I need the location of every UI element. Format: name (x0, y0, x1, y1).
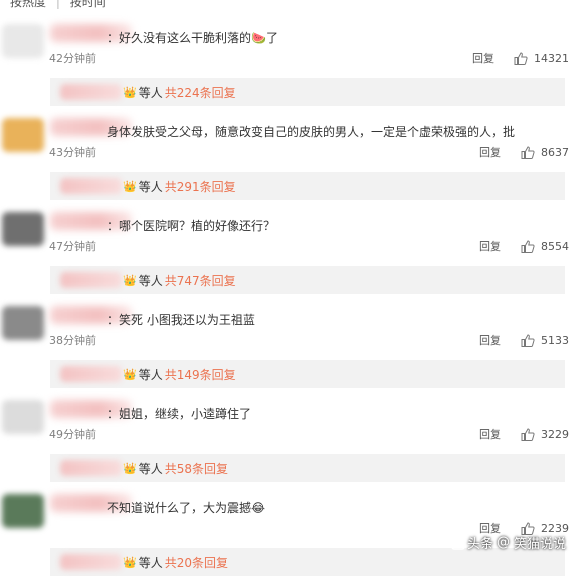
comment-text: ：哪个医院啊？植的好像还行？ (107, 217, 275, 234)
comment-time: 42分钟前 (49, 52, 96, 65)
sub-deng-ren: 等人 (138, 461, 163, 476)
badge-icon: 👑 (123, 85, 137, 99)
badge-icon: 👑 (123, 461, 137, 475)
thumbs-up-icon[interactable] (521, 239, 535, 253)
sub-replies-bar[interactable]: 👑 等人 共291条回复 (50, 172, 565, 200)
sub-replies-bar[interactable]: 👑 等人 共58条回复 (50, 454, 565, 482)
watermark-account: 笑猫说说 (513, 537, 566, 552)
sub-reply-total[interactable]: 共747条回复 (165, 272, 236, 289)
comment-body: 不知道说什么了，大为震撼 (107, 501, 252, 515)
avatar[interactable] (2, 400, 44, 434)
comment-actions: 回复 3229 (479, 426, 569, 442)
watermark: 头条 @ 笑猫说说 (451, 533, 566, 552)
comment-text: ：姐姐，继续，小逵蹲住了 (107, 405, 251, 422)
sub-reply-total[interactable]: 共291条回复 (165, 178, 236, 195)
comment-body: ：哪个医院啊？植的好像还行？ (107, 219, 276, 233)
sub-deng-ren: 等人 (138, 555, 163, 570)
thumbs-up-icon[interactable] (521, 333, 535, 347)
toutiao-logo-icon (451, 535, 465, 550)
comment-body: ：好久没有这么干脆利落的 (107, 31, 252, 45)
comment-actions: 回复 14321 (472, 50, 569, 66)
sub-replies-bar[interactable]: 👑 等人 共224条回复 (50, 78, 565, 106)
comment-time: 38分钟前 (49, 334, 96, 347)
reply-button[interactable]: 回复 (472, 50, 494, 66)
thumbs-up-icon[interactable] (514, 51, 528, 65)
watermark-at: @ (496, 535, 510, 550)
avatar[interactable] (2, 24, 44, 58)
sub-deng-ren: 等人 (138, 179, 163, 194)
sub-replies-bar[interactable]: 👑 等人 共149条回复 (50, 360, 565, 388)
sub-users-blurred (60, 178, 122, 194)
comment-text: 身体发肤受之父母，随意改变自己的皮肤的男人，一定是个虚荣极强的人，批 (107, 123, 515, 140)
sub-reply-total[interactable]: 共58条回复 (165, 460, 228, 477)
badge-icon: 👑 (123, 367, 137, 381)
badge-icon: 👑 (123, 179, 137, 193)
sub-reply-total[interactable]: 共20条回复 (165, 554, 228, 571)
like-count: 8554 (541, 239, 569, 253)
comment-actions: 回复 5133 (479, 332, 569, 348)
sub-users-blurred (60, 460, 122, 476)
comment-time: 49分钟前 (49, 428, 96, 441)
reply-button[interactable]: 回复 (479, 426, 501, 442)
reply-button[interactable]: 回复 (479, 332, 501, 348)
thumbs-up-icon[interactable] (521, 427, 535, 441)
sort-tabs: 按热度 | 按时间 (10, 0, 112, 10)
tab-hot[interactable]: 按热度 (10, 0, 46, 9)
sub-reply-total[interactable]: 共224条回复 (165, 84, 236, 101)
comment-text: ：好久没有这么干脆利落的🍉了 (107, 29, 278, 46)
emoji-icon: 🍉 (251, 31, 266, 45)
reply-button[interactable]: 回复 (479, 238, 501, 254)
tab-time[interactable]: 按时间 (70, 0, 106, 9)
sub-deng-ren: 等人 (138, 273, 163, 288)
tab-separator: | (55, 0, 60, 9)
comment-text: ：笑死 小图我还以为王祖蓝 (107, 311, 255, 328)
like-count: 14321 (534, 51, 569, 65)
avatar[interactable] (2, 212, 44, 246)
sub-users-blurred (60, 84, 122, 100)
sub-users-blurred (60, 366, 122, 382)
avatar[interactable] (2, 494, 44, 528)
comment-body: ：姐姐，继续，小逵蹲住了 (107, 407, 252, 421)
like-count: 3229 (541, 427, 569, 441)
thumbs-up-icon[interactable] (521, 145, 535, 159)
comment-item: ：好久没有这么干脆利落的🍉了 42分钟前 回复 14321 👑 等人 共224条… (0, 18, 579, 112)
sub-users-blurred (60, 272, 122, 288)
comment-body: ：笑死 小图我还以为王祖蓝 (107, 313, 255, 327)
like-count: 8637 (541, 145, 569, 159)
comment-tail: 了 (265, 31, 278, 45)
comment-actions: 回复 8637 (479, 144, 569, 160)
comment-time: 43分钟前 (49, 146, 96, 159)
like-count: 5133 (541, 333, 569, 347)
reply-button[interactable]: 回复 (479, 144, 501, 160)
sub-deng-ren: 等人 (138, 85, 163, 100)
badge-icon: 👑 (123, 273, 137, 287)
comment-actions: 回复 8554 (479, 238, 569, 254)
sub-users-blurred (60, 554, 122, 570)
sub-replies-bar[interactable]: 👑 等人 共20条回复 (50, 548, 565, 576)
watermark-platform: 头条 (466, 537, 493, 552)
sub-replies-bar[interactable]: 👑 等人 共747条回复 (50, 266, 565, 294)
avatar[interactable] (2, 118, 44, 152)
comment-time: 47分钟前 (49, 240, 96, 253)
avatar[interactable] (2, 306, 44, 340)
comment-item: 身体发肤受之父母，随意改变自己的皮肤的男人，一定是个虚荣极强的人，批 43分钟前… (0, 112, 579, 206)
comment-item: ：笑死 小图我还以为王祖蓝 38分钟前 回复 5133 👑 等人 共149条回复 (0, 300, 579, 394)
comment-text: 不知道说什么了，大为震撼😂 (107, 499, 265, 516)
sub-deng-ren: 等人 (138, 367, 163, 382)
comment-body: 身体发肤受之父母，随意改变自己的皮肤的男人，一定是个虚荣极强的人，批 (107, 125, 516, 139)
comment-item: ：哪个医院啊？植的好像还行？ 47分钟前 回复 8554 👑 等人 共747条回… (0, 206, 579, 300)
sub-reply-total[interactable]: 共149条回复 (165, 366, 236, 383)
emoji-icon: 😂 (251, 501, 266, 515)
comment-item: ：姐姐，继续，小逵蹲住了 49分钟前 回复 3229 👑 等人 共58条回复 (0, 394, 579, 488)
badge-icon: 👑 (123, 555, 137, 569)
